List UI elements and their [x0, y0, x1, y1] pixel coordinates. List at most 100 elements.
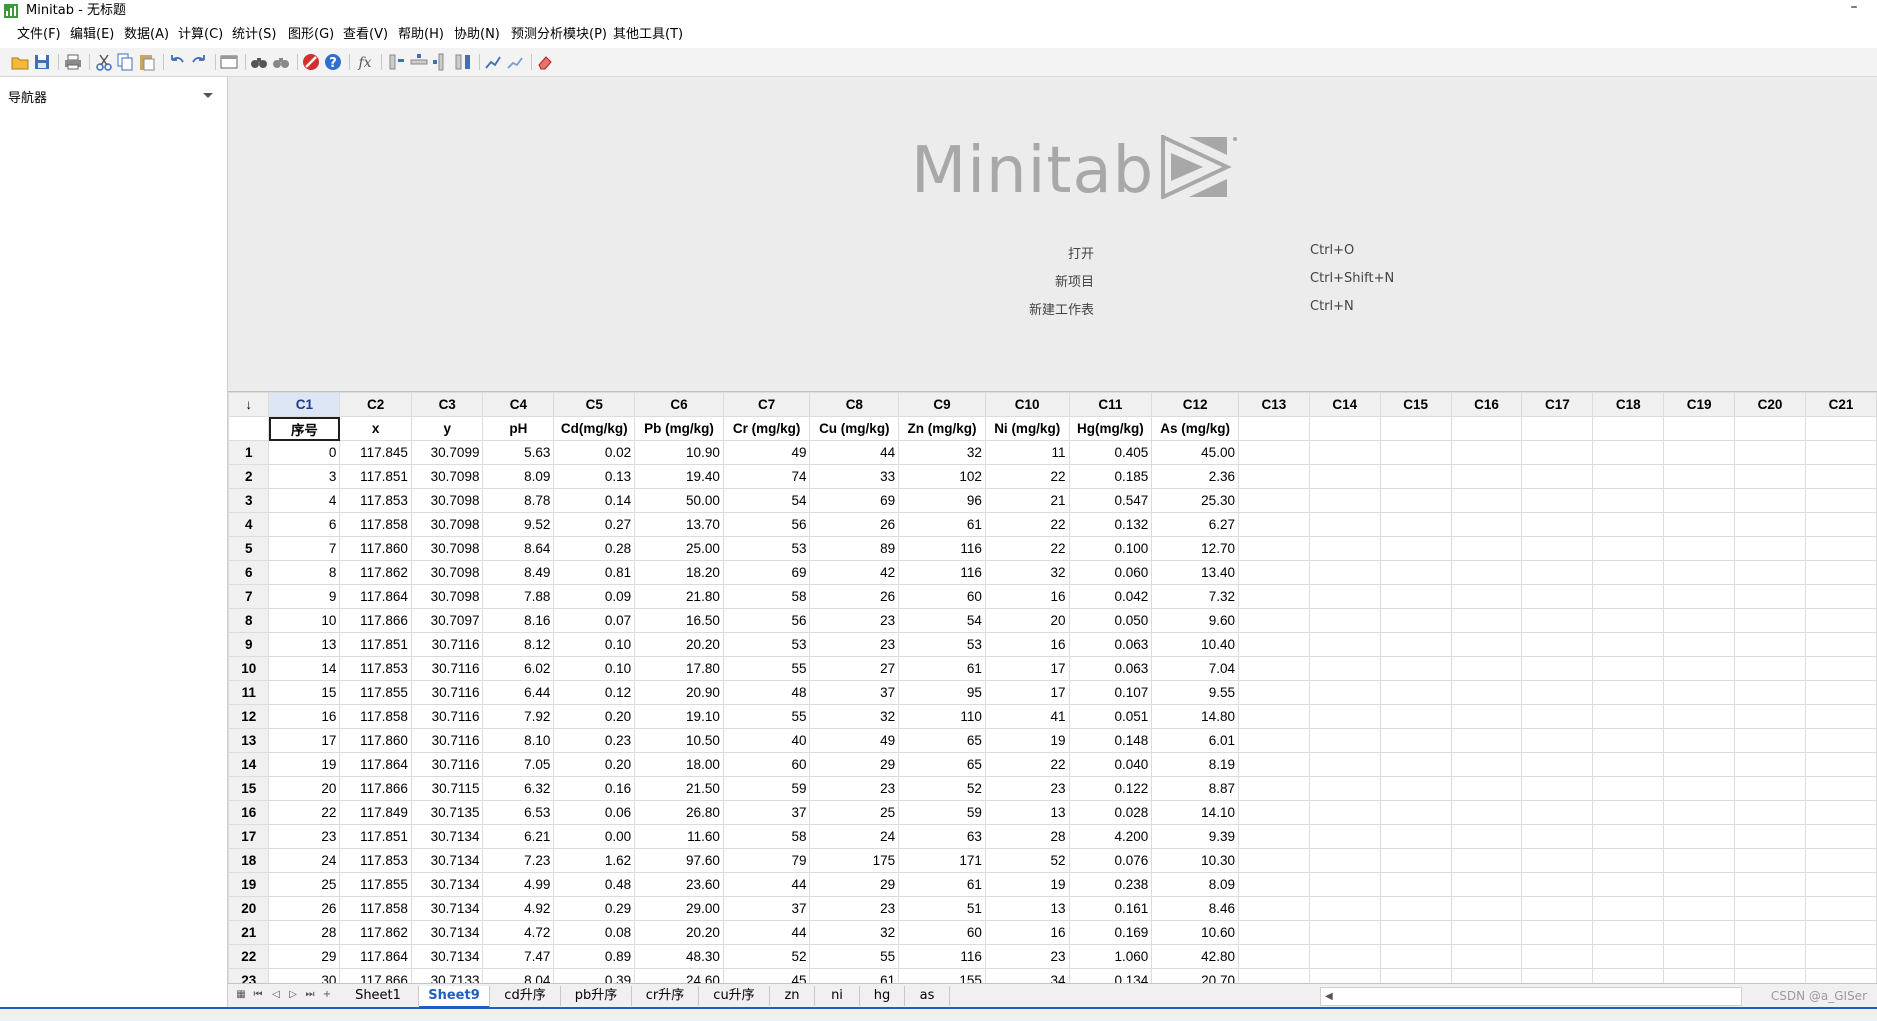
data-cell[interactable]: 56 — [722, 512, 811, 537]
column-name-cell[interactable]: Pb (mg/kg) — [634, 416, 724, 441]
column-header-c6[interactable]: C6 — [634, 392, 724, 417]
data-cell[interactable] — [1592, 704, 1665, 729]
data-cell[interactable]: 0.060 — [1068, 560, 1153, 585]
data-cell[interactable]: 19 — [984, 728, 1070, 753]
data-cell[interactable] — [1734, 440, 1806, 465]
data-cell[interactable] — [1521, 488, 1594, 513]
data-cell[interactable]: 15 — [268, 680, 341, 705]
row-header[interactable]: 23 — [228, 968, 270, 984]
data-cell[interactable]: 33 — [809, 464, 900, 489]
next-sheet-icon[interactable]: ▷ — [286, 988, 300, 1002]
data-cell[interactable]: 59 — [722, 776, 811, 801]
data-cell[interactable]: 117.864 — [339, 944, 412, 969]
chevron-down-icon[interactable] — [203, 93, 213, 98]
data-cell[interactable] — [1308, 512, 1381, 537]
data-cell[interactable]: 0.12 — [553, 680, 636, 705]
minimize-button[interactable]: – — [1841, 0, 1867, 20]
data-cell[interactable]: 10.60 — [1151, 920, 1239, 945]
column-header-c16[interactable]: C16 — [1450, 392, 1523, 417]
shortcut-new-project-label[interactable]: 新项目 — [894, 271, 1094, 290]
data-cell[interactable]: 117.849 — [339, 800, 412, 825]
data-cell[interactable]: 25.30 — [1151, 488, 1239, 513]
menu-edit[interactable]: 编辑(E) — [70, 26, 114, 44]
data-cell[interactable] — [1521, 800, 1594, 825]
data-cell[interactable]: 22 — [984, 752, 1070, 777]
data-cell[interactable]: 48.30 — [634, 944, 724, 969]
data-cell[interactable] — [1521, 752, 1594, 777]
data-cell[interactable] — [1308, 752, 1381, 777]
data-cell[interactable]: 69 — [809, 488, 900, 513]
cut-icon[interactable] — [94, 52, 114, 72]
data-cell[interactable] — [1521, 440, 1594, 465]
data-cell[interactable] — [1237, 800, 1310, 825]
data-cell[interactable]: 37 — [722, 896, 811, 921]
data-cell[interactable]: 6.21 — [482, 824, 555, 849]
data-cell[interactable]: 30.7115 — [410, 776, 484, 801]
data-cell[interactable]: 16.50 — [634, 608, 724, 633]
row-header[interactable]: 20 — [228, 896, 270, 921]
data-cell[interactable]: 8.10 — [482, 728, 555, 753]
data-cell[interactable] — [1804, 920, 1877, 945]
find-icon[interactable] — [249, 52, 269, 72]
data-cell[interactable] — [1379, 824, 1452, 849]
data-cell[interactable]: 25 — [809, 800, 900, 825]
tab-as[interactable]: as — [905, 986, 950, 1006]
data-cell[interactable]: 49 — [809, 728, 900, 753]
data-cell[interactable] — [1379, 728, 1452, 753]
cancel-icon[interactable] — [301, 52, 321, 72]
data-cell[interactable] — [1308, 920, 1381, 945]
data-cell[interactable] — [1450, 560, 1523, 585]
data-cell[interactable]: 117.860 — [339, 728, 412, 753]
data-cell[interactable] — [1308, 776, 1381, 801]
data-cell[interactable]: 0.09 — [553, 584, 636, 609]
data-cell[interactable]: 20 — [984, 608, 1070, 633]
column-name-cell[interactable]: As (mg/kg) — [1151, 416, 1239, 441]
eraser-icon[interactable] — [535, 52, 555, 72]
data-cell[interactable]: 0.39 — [553, 968, 636, 984]
data-cell[interactable]: 0.20 — [553, 752, 636, 777]
copy-icon[interactable] — [115, 52, 135, 72]
data-cell[interactable] — [1308, 536, 1381, 561]
data-cell[interactable]: 30.7116 — [410, 752, 484, 777]
data-cell[interactable]: 117.860 — [339, 536, 412, 561]
row-header[interactable]: 9 — [228, 632, 270, 657]
data-cell[interactable]: 30.7133 — [410, 968, 484, 984]
data-cell[interactable] — [1379, 776, 1452, 801]
data-cell[interactable] — [1663, 920, 1736, 945]
data-cell[interactable]: 14 — [268, 656, 341, 681]
data-cell[interactable] — [1804, 584, 1877, 609]
column-name-cell[interactable]: y — [410, 416, 484, 441]
data-cell[interactable] — [1379, 968, 1452, 984]
data-cell[interactable]: 6.27 — [1151, 512, 1239, 537]
column-header-c2[interactable]: C2 — [339, 392, 412, 417]
data-cell[interactable]: 0.028 — [1068, 800, 1153, 825]
print-icon[interactable] — [63, 52, 83, 72]
insert-rows-icon[interactable] — [409, 52, 429, 72]
data-cell[interactable]: 8.78 — [482, 488, 555, 513]
data-cell[interactable]: 44 — [809, 440, 900, 465]
data-cell[interactable]: 21 — [984, 488, 1070, 513]
data-cell[interactable] — [1237, 464, 1310, 489]
column-header-c10[interactable]: C10 — [984, 392, 1070, 417]
data-cell[interactable] — [1663, 536, 1736, 561]
data-cell[interactable]: 0.10 — [553, 632, 636, 657]
column-header-c20[interactable]: C20 — [1734, 392, 1806, 417]
data-cell[interactable]: 34 — [984, 968, 1070, 984]
column-name-cell[interactable] — [1804, 416, 1877, 441]
data-cell[interactable] — [1592, 440, 1665, 465]
column-header-c11[interactable]: C11 — [1068, 392, 1153, 417]
data-cell[interactable]: 0.10 — [553, 656, 636, 681]
data-cell[interactable] — [1734, 848, 1806, 873]
data-cell[interactable]: 63 — [898, 824, 986, 849]
data-cell[interactable]: 7.88 — [482, 584, 555, 609]
data-cell[interactable] — [1450, 944, 1523, 969]
data-cell[interactable]: 117.866 — [339, 608, 412, 633]
data-cell[interactable] — [1308, 824, 1381, 849]
data-cell[interactable] — [1237, 704, 1310, 729]
data-cell[interactable]: 14.10 — [1151, 800, 1239, 825]
data-cell[interactable]: 0.02 — [553, 440, 636, 465]
row-header[interactable]: 16 — [228, 800, 270, 825]
add-sheet-icon[interactable]: + — [320, 988, 334, 1002]
column-name-cell[interactable] — [1450, 416, 1523, 441]
data-cell[interactable]: 7.92 — [482, 704, 555, 729]
